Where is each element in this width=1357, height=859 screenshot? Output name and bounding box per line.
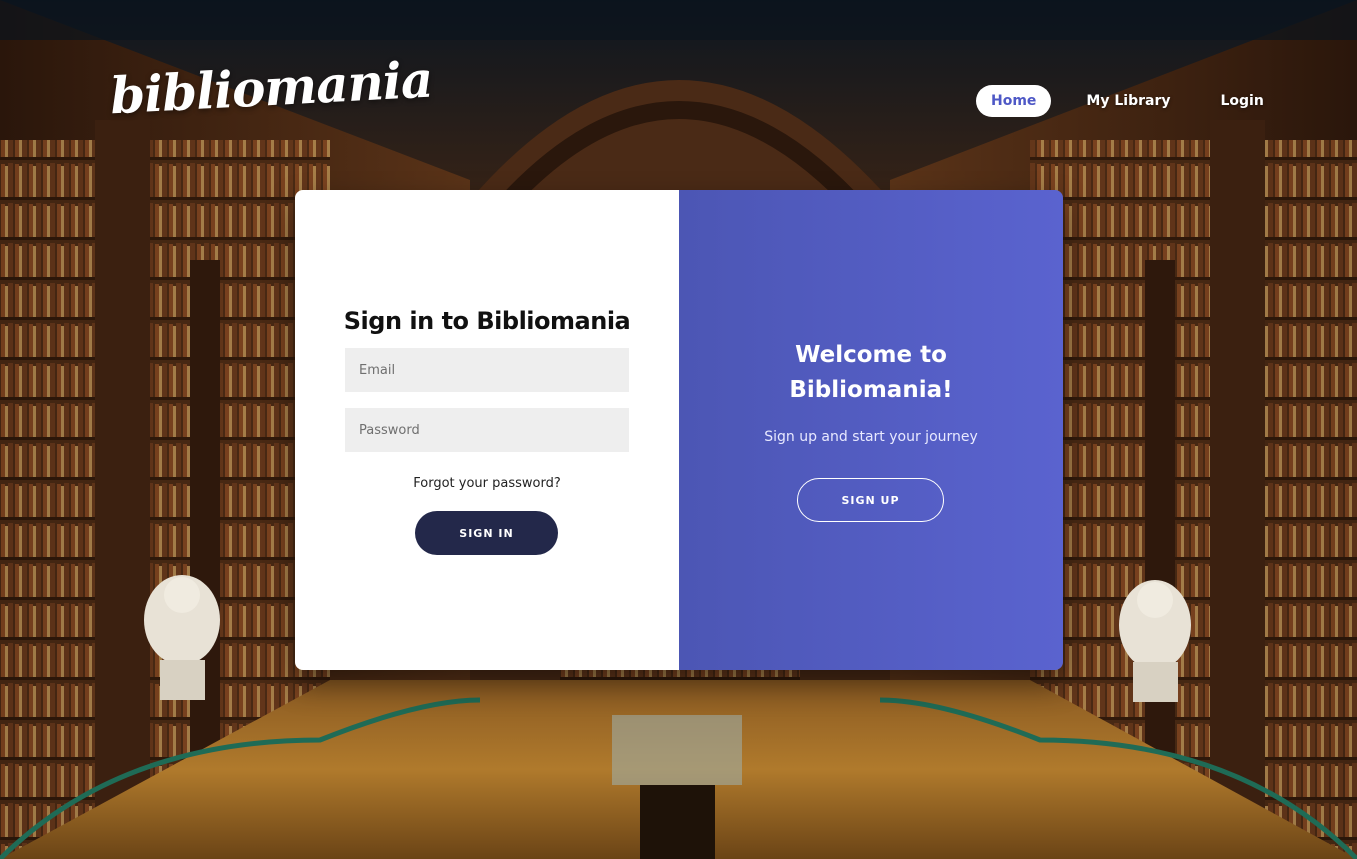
signup-panel: Welcome to Bibliomania! Sign up and star… [679, 190, 1063, 670]
signin-panel: Sign in to Bibliomania Forgot your passw… [295, 190, 679, 670]
email-field[interactable] [345, 348, 629, 392]
sign-up-button[interactable]: SIGN UP [797, 478, 944, 522]
sign-in-button[interactable]: SIGN IN [415, 511, 558, 555]
signin-title: Sign in to Bibliomania [343, 307, 631, 335]
nav-login[interactable]: Login [1205, 85, 1278, 117]
auth-card: Sign in to Bibliomania Forgot your passw… [295, 190, 1063, 670]
nav-my-library[interactable]: My Library [1071, 85, 1185, 117]
welcome-title: Welcome to Bibliomania! [679, 338, 1063, 408]
login-page: bibliomania Home My Library Login Sign i… [0, 0, 1357, 859]
welcome-title-line1: Welcome to [795, 342, 947, 368]
nav-home[interactable]: Home [976, 85, 1052, 117]
welcome-title-line2: Bibliomania! [789, 377, 953, 403]
password-field[interactable] [345, 408, 629, 452]
forgot-password-link[interactable]: Forgot your password? [295, 476, 679, 491]
main-nav: Home My Library Login [976, 85, 1279, 117]
welcome-subtitle: Sign up and start your journey [764, 429, 978, 445]
